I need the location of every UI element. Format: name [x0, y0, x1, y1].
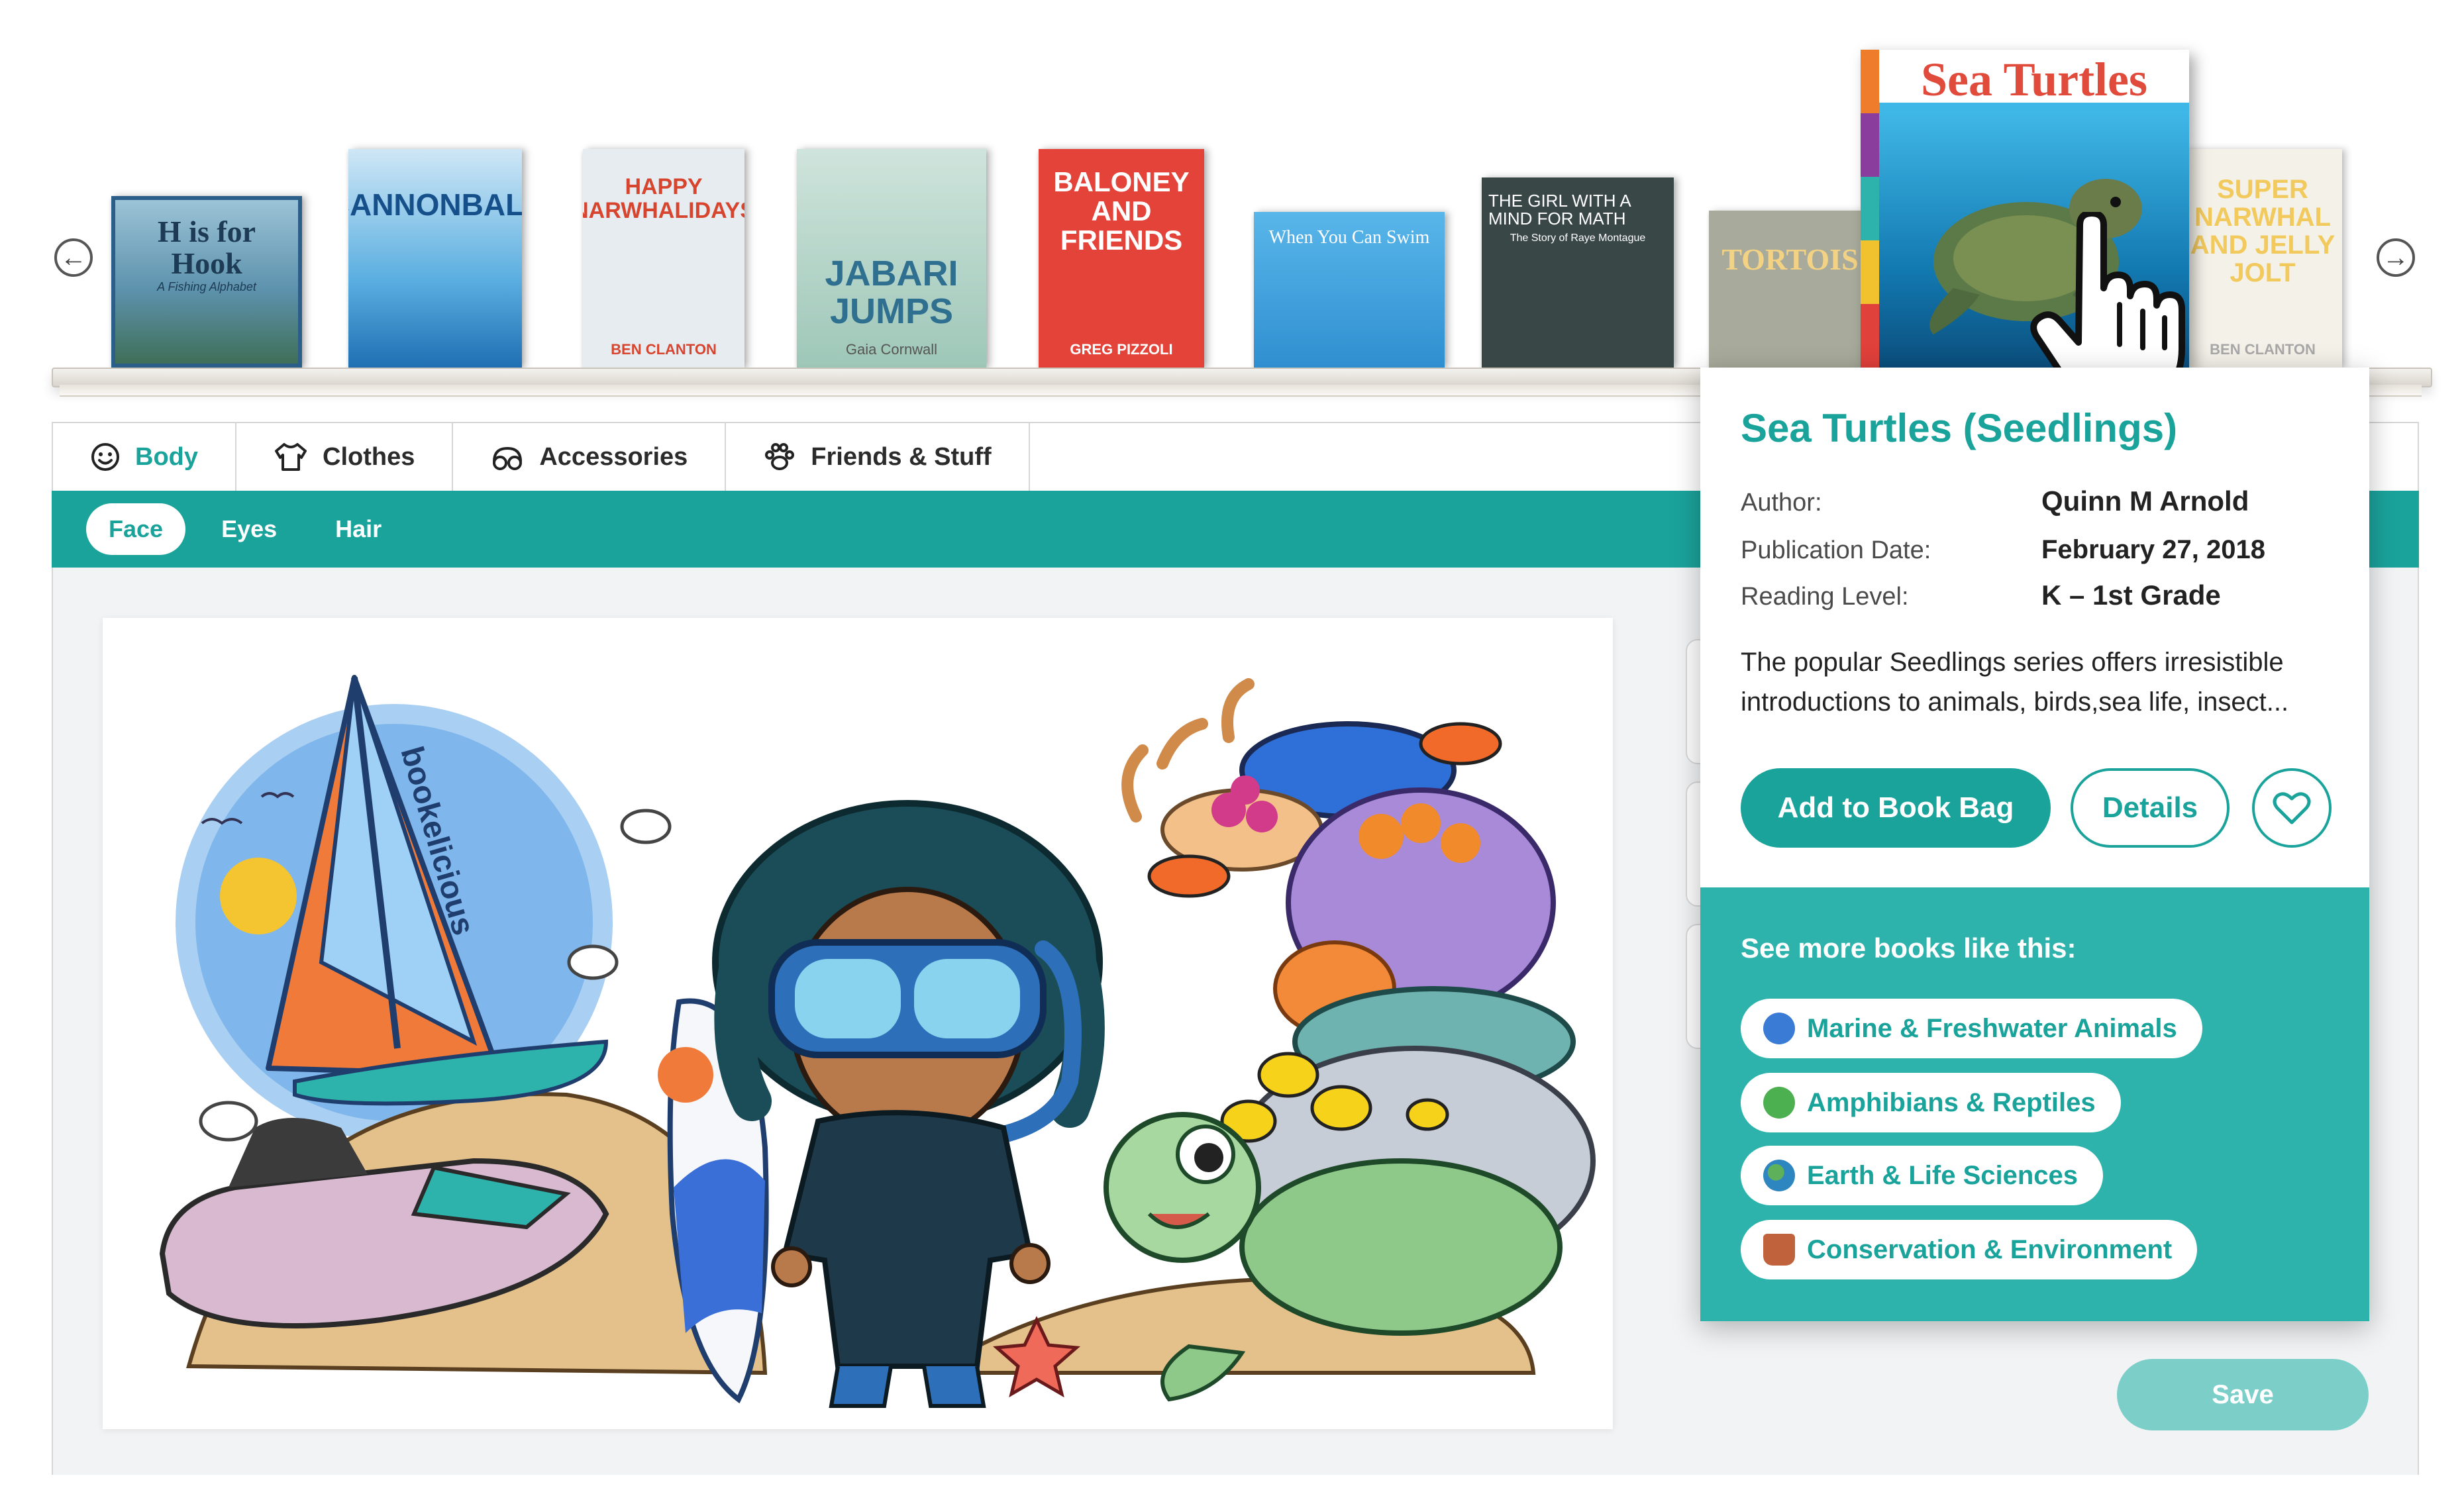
category-pill-earth[interactable]: Earth & Life Sciences	[1741, 1146, 2104, 1205]
book-tortoise[interactable]: TORTOIS	[1709, 211, 1871, 368]
book-happy-narwhalidays[interactable]: HAPPY NARWHALIDAYS BEN CLANTON	[583, 149, 744, 368]
book-cannonball[interactable]: CANNONBALL	[348, 149, 522, 368]
frog-icon	[1763, 1087, 1795, 1119]
avatar-scene-illustration: bookelicious	[159, 675, 1596, 1408]
shelf-prev-arrow[interactable]: ←	[54, 238, 93, 277]
favorite-button[interactable]	[2252, 768, 2332, 848]
category-pill-amphibians[interactable]: Amphibians & Reptiles	[1741, 1073, 2121, 1132]
author-label: Author:	[1741, 489, 1822, 517]
save-button[interactable]: Save	[2117, 1359, 2369, 1430]
avatar-scene: bookelicious	[103, 618, 1613, 1429]
pubdate-value: February 27, 2018	[2041, 535, 2265, 564]
book-title: Sea Turtles (Seedlings)	[1741, 406, 2178, 450]
paw-icon	[765, 443, 795, 470]
category-pill-marine[interactable]: Marine & Freshwater Animals	[1741, 999, 2202, 1058]
reading-level-value: K – 1st Grade	[2041, 579, 2221, 611]
category-pill-conservation[interactable]: Conservation & Environment	[1741, 1220, 2198, 1279]
goggles-icon	[493, 446, 523, 470]
pubdate-label: Publication Date:	[1741, 536, 1931, 564]
book-description: The popular Seedlings series offers irre…	[1741, 648, 2289, 717]
shark-icon	[1763, 1013, 1795, 1044]
reading-level-label: Reading Level:	[1741, 583, 1909, 611]
add-to-book-bag-button[interactable]: Add to Book Bag	[1741, 768, 2051, 848]
book-super-narwhal[interactable]: SUPER NARWHAL AND JELLY JOLT BEN CLANTON	[2183, 149, 2342, 368]
similar-books-title: See more books like this:	[1741, 932, 2077, 964]
plant-pot-icon	[1763, 1234, 1795, 1266]
book-girl-mind-for-math[interactable]: THE GIRL WITH A MIND FOR MATH The Story …	[1482, 177, 1674, 368]
tab-clothes[interactable]: Clothes	[235, 422, 454, 491]
book-spine-stripe	[1861, 50, 1879, 368]
shelf-next-arrow[interactable]: →	[2377, 238, 2415, 277]
tab-friends-stuff[interactable]: Friends & Stuff	[725, 422, 1030, 491]
subtab-hair[interactable]: Hair	[313, 503, 404, 555]
globe-icon	[1763, 1160, 1795, 1191]
subtab-eyes[interactable]: Eyes	[199, 503, 299, 555]
tab-accessories[interactable]: Accessories	[452, 422, 727, 491]
tab-body[interactable]: Body	[52, 422, 236, 491]
book-when-you-can-swim[interactable]: When You Can Swim	[1254, 212, 1445, 368]
category-tabs: Body Clothes Accessories Friends & Stuff	[52, 422, 1030, 491]
details-button[interactable]: Details	[2071, 768, 2230, 848]
book-jabari-jumps[interactable]: JABARI JUMPS Gaia Cornwall	[797, 149, 986, 368]
shirt-icon	[275, 443, 307, 471]
subtab-face[interactable]: Face	[86, 503, 186, 555]
heart-icon	[2273, 792, 2311, 824]
pointer-hand-icon	[2030, 212, 2185, 391]
book-h-is-for-hook[interactable]: H is for Hook A Fishing Alphabet	[111, 196, 302, 368]
book-baloney-and-friends[interactable]: BALONEY AND FRIENDS GREG PIZZOLI	[1039, 149, 1204, 368]
author-value: Quinn M Arnold	[2041, 485, 2249, 517]
smiley-icon	[91, 443, 119, 471]
